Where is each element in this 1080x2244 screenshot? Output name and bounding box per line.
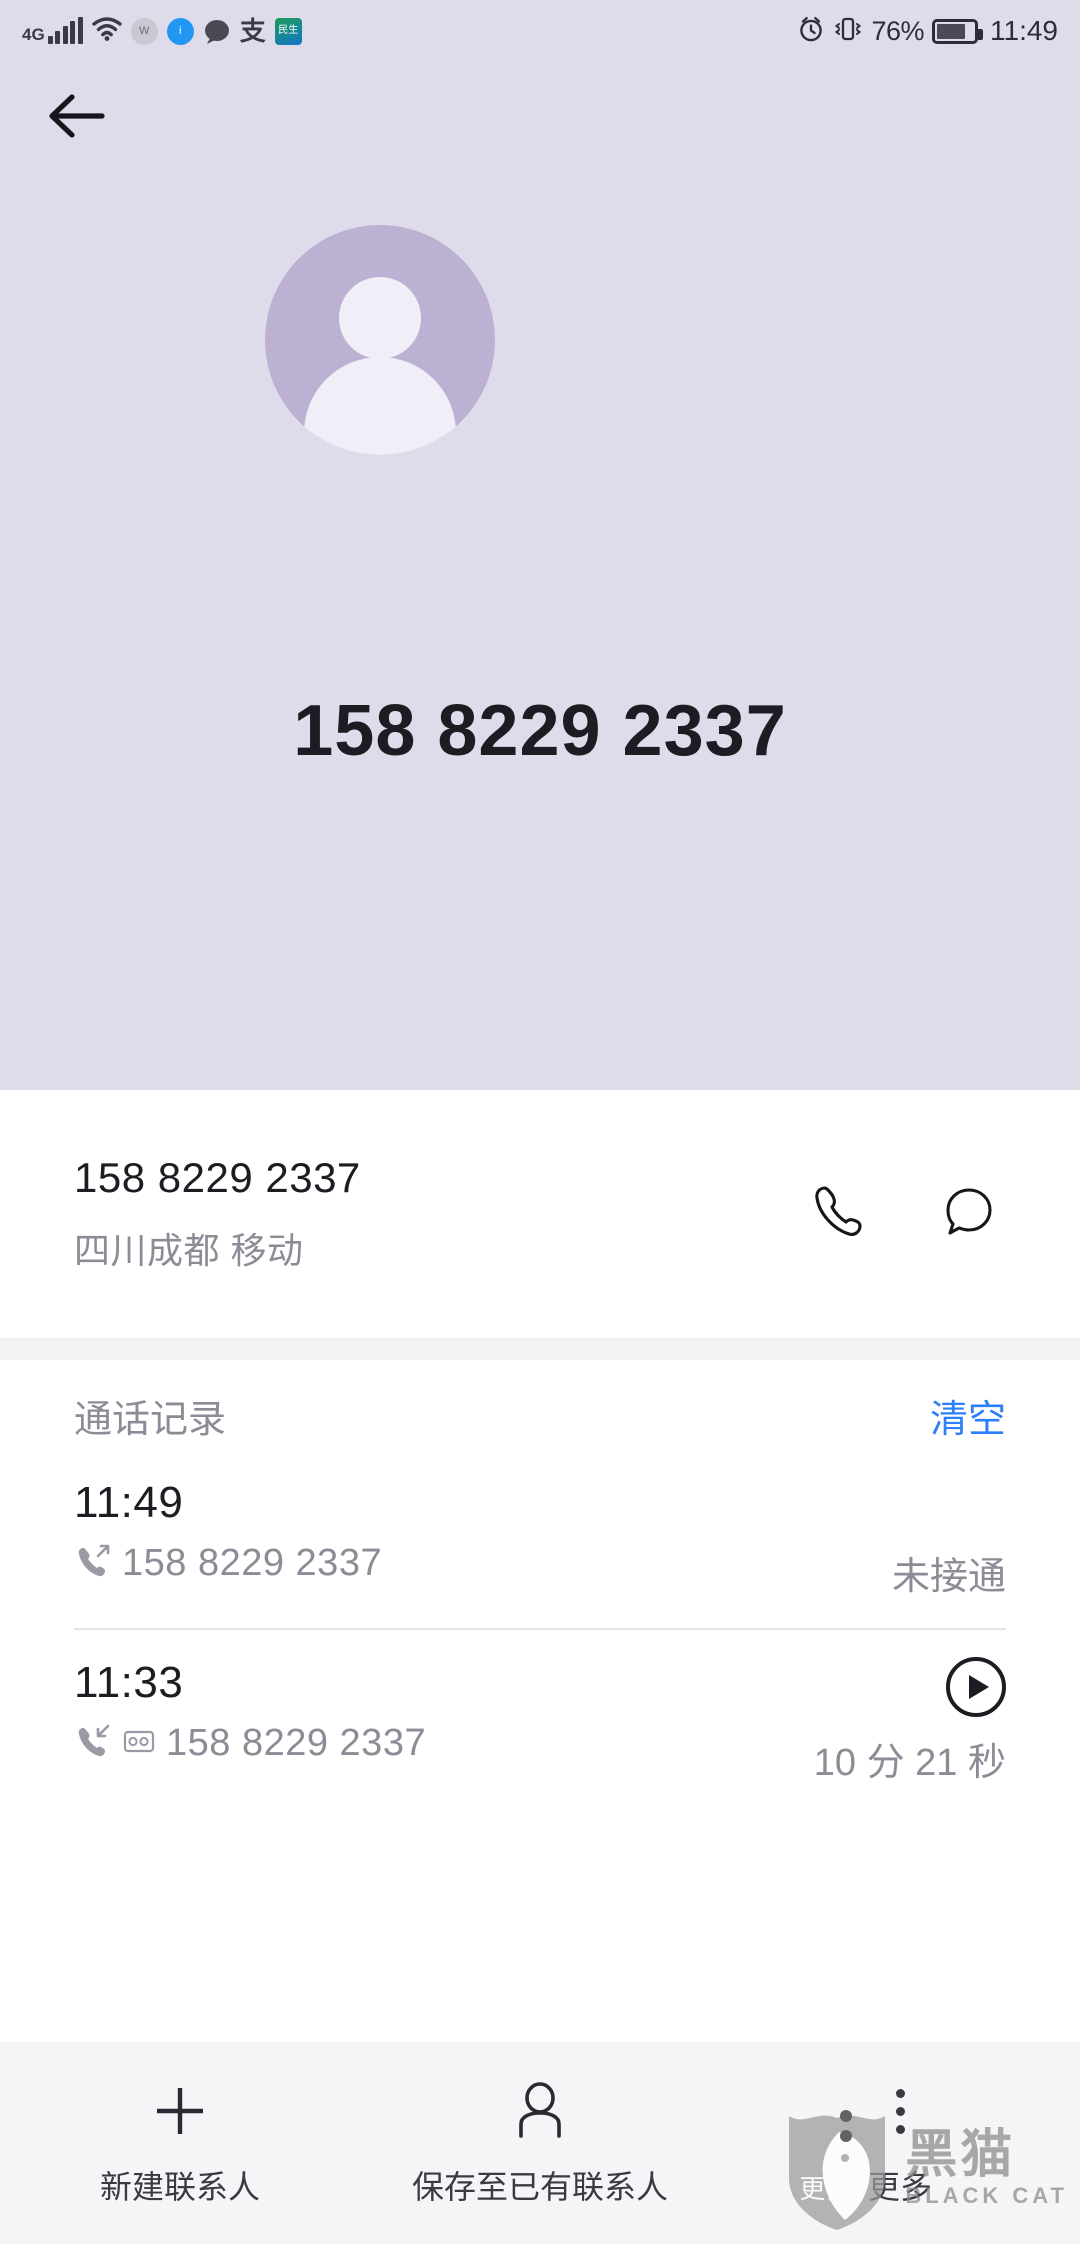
phone-screen: 4G W i 支 民生 76% 11:49 158 8229 2337 158 … bbox=[0, 0, 1080, 2244]
back-arrow-icon bbox=[45, 90, 107, 147]
status-bar-left: 4G W i 支 民生 bbox=[22, 16, 302, 47]
voice-recording-icon bbox=[122, 1726, 156, 1761]
call-log-row-sub: 158 8229 2337 bbox=[74, 1542, 382, 1585]
status-bar-right: 76% 11:49 bbox=[797, 15, 1058, 48]
contact-info-card: 158 8229 2337 四川成都 移动 bbox=[0, 1090, 1080, 1338]
call-log-row-right: 10 分 21 秒 bbox=[814, 1650, 1006, 1786]
play-circle-icon[interactable] bbox=[946, 1657, 1006, 1717]
contact-number: 158 8229 2337 bbox=[74, 1154, 361, 1201]
status-bar-clock: 11:49 bbox=[990, 15, 1058, 46]
watermark-more-label: 更多 bbox=[799, 2174, 854, 2204]
section-divider bbox=[0, 1338, 1080, 1360]
new-contact-label: 新建联系人 bbox=[99, 2169, 260, 2205]
network-type-label: 4G bbox=[22, 24, 45, 44]
call-log-row-left: 11:33 158 8229 2337 bbox=[74, 1650, 426, 1765]
watermark-text: 黑猫 BLACK CAT bbox=[905, 2129, 1068, 2207]
default-avatar-icon bbox=[265, 225, 495, 455]
call-log-row[interactable]: 11:49 158 8229 2337 未接通 bbox=[0, 1470, 1080, 1630]
call-number: 158 8229 2337 bbox=[166, 1722, 427, 1764]
avatar-body bbox=[304, 357, 456, 455]
message-button[interactable] bbox=[934, 1179, 1004, 1249]
call-time: 11:33 bbox=[74, 1658, 184, 1707]
plus-icon bbox=[147, 2078, 213, 2144]
call-time: 11:49 bbox=[74, 1478, 184, 1527]
save-contact-label: 保存至已有联系人 bbox=[411, 2169, 668, 2205]
back-button[interactable] bbox=[38, 82, 114, 154]
app-icon-minsheng: 民生 bbox=[274, 17, 302, 45]
call-number: 158 8229 2337 bbox=[122, 1542, 383, 1584]
app-icon-blue: i bbox=[166, 17, 194, 45]
incoming-call-icon bbox=[74, 1722, 112, 1765]
clear-log-button[interactable]: 清空 bbox=[930, 1388, 1006, 1443]
app-icon-alipay: 支 bbox=[239, 16, 266, 46]
person-icon bbox=[507, 2078, 573, 2144]
app-icon-bubble bbox=[203, 19, 231, 44]
battery-percent-label: 76% bbox=[871, 15, 924, 46]
outgoing-call-icon bbox=[74, 1542, 112, 1585]
new-contact-button[interactable]: 新建联系人 bbox=[0, 2042, 360, 2244]
play-triangle bbox=[968, 1675, 989, 1699]
call-log-title: 通话记录 bbox=[74, 1398, 227, 1441]
call-log-section: 通话记录 清空 11:49 158 8229 2337 未接通 11:33 15… bbox=[0, 1360, 1080, 2042]
contact-info-text: 158 8229 2337 四川成都 移动 bbox=[74, 1154, 361, 1274]
message-bubble-icon bbox=[937, 1180, 1001, 1249]
call-log-row-left: 11:49 158 8229 2337 bbox=[74, 1470, 382, 1585]
contact-phone-number-large: 158 8229 2337 bbox=[293, 691, 787, 771]
signal-bars-icon bbox=[47, 17, 83, 44]
app-icon-grey: W bbox=[130, 17, 158, 45]
watermark-en: BLACK CAT bbox=[905, 2183, 1068, 2208]
call-log-row[interactable]: 11:33 158 8229 2337 10 分 21 秒 bbox=[0, 1650, 1080, 1810]
black-cat-watermark: 更多 黑猫 BLACK CAT bbox=[783, 2104, 1068, 2232]
vibrate-icon bbox=[833, 15, 863, 48]
status-bar: 4G W i 支 民生 76% 11:49 bbox=[0, 0, 1080, 62]
call-button[interactable] bbox=[802, 1179, 872, 1249]
contact-header-hero: 4G W i 支 民生 76% 11:49 158 8229 2337 bbox=[0, 0, 1080, 1090]
contact-actions bbox=[802, 1179, 1004, 1249]
call-log-header: 通话记录 清空 bbox=[0, 1360, 1080, 1470]
call-duration: 10 分 21 秒 bbox=[813, 1742, 1006, 1784]
save-to-existing-contact-button[interactable]: 保存至已有联系人 bbox=[360, 2042, 720, 2244]
call-log-row-sub: 158 8229 2337 bbox=[74, 1722, 426, 1765]
watermark-cn: 黑猫 bbox=[905, 2126, 1016, 2184]
alarm-clock-icon bbox=[797, 15, 825, 48]
wifi-icon bbox=[91, 16, 122, 47]
phone-call-icon bbox=[805, 1180, 869, 1249]
avatar-head bbox=[339, 277, 421, 359]
call-log-row-separator bbox=[74, 1628, 1006, 1630]
contact-carrier: 四川成都 移动 bbox=[74, 1230, 304, 1271]
black-cat-shield-icon: 更多 bbox=[783, 2104, 891, 2232]
battery-icon bbox=[932, 18, 983, 44]
call-log-row-right: 未接通 bbox=[892, 1470, 1006, 1606]
call-status: 未接通 bbox=[891, 1556, 1006, 1598]
